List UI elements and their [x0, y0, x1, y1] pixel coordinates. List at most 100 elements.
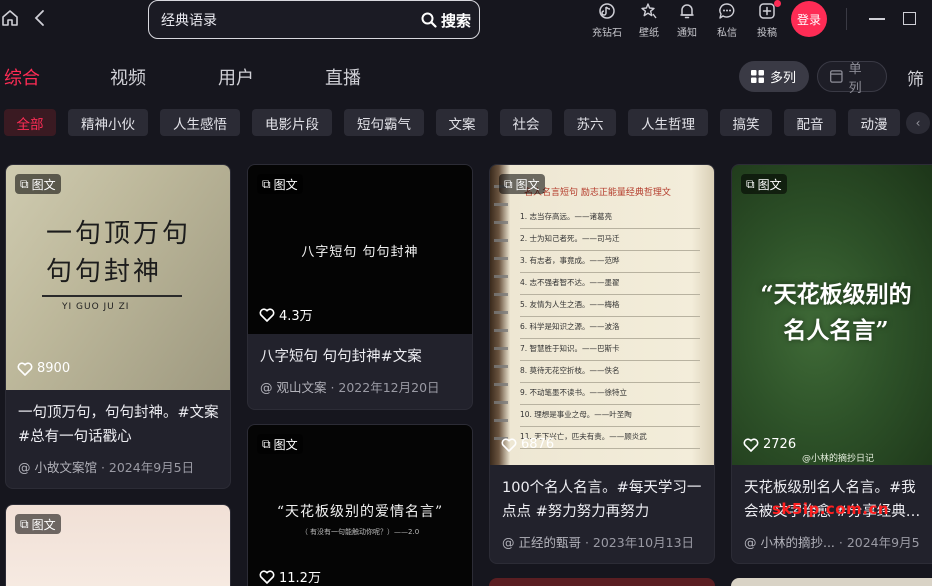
cover-list-item: 10. 理想是事业之母。——叶圣陶 [520, 405, 700, 427]
cover-list-item: 9. 不动笔墨不读书。——徐特立 [520, 383, 700, 405]
single-view-button[interactable]: 单列 [817, 61, 887, 96]
chip-category[interactable]: 社会 [500, 109, 552, 136]
topnav-wallpaper[interactable]: 壁纸 [631, 0, 667, 44]
back-icon[interactable] [30, 8, 50, 28]
cover-text: “天花板级别的爱情名言” [276, 504, 444, 520]
divider [846, 8, 847, 30]
card-cover: 名人名言短句 励志正能量经典哲理文 1. 志当存高远。——诸葛亮 2. 士为知己者… [490, 165, 714, 465]
heart-icon [743, 437, 759, 452]
cover-rule [42, 295, 182, 297]
card-meta: @ 观山文案 · 2022年12月20日 [260, 377, 440, 396]
card-date: · 2024年9月5 [834, 535, 920, 550]
cover-subtext: （ 有没有一句能触动你呢？）——2.0 [300, 528, 420, 536]
topnav-messages[interactable]: 私信 [709, 0, 745, 44]
login-button[interactable]: 登录 [791, 1, 827, 37]
tab-live[interactable]: 直播 [325, 64, 361, 90]
card-title: 100个名人名言。#每天学习一点点 #努力努力再努力 [502, 480, 702, 520]
cover-list-item: 8. 莫待无花空折枝。——佚名 [520, 361, 700, 383]
card-date: · 2023年10月13日 [580, 535, 695, 550]
cover-subtext: YI GUO JU ZI [62, 302, 130, 312]
result-card[interactable]: 八字短句 句句封神 ⧉ 图文 4.3万 八字短句 句句封神#文案 @ 观山文案 ·… [247, 164, 473, 410]
minimize-icon[interactable] [869, 18, 885, 20]
card-cover: 一句顶万句 句句封神 YI GUO JU ZI [6, 165, 230, 390]
chip-all[interactable]: 全部 [4, 109, 56, 136]
cover-list-item: 4. 志不强者智不达。——墨翟 [520, 273, 700, 295]
topnav-notify-label: 通知 [677, 28, 697, 39]
card-cover: “天花板级别的 名人名言” @小林的摘抄日记 [732, 165, 932, 465]
topnav-upload[interactable]: 投稿 [749, 0, 785, 44]
chevron-left-icon[interactable]: ‹ [906, 112, 930, 134]
chip-category[interactable]: 短句霸气 [344, 109, 424, 136]
heart-icon [259, 307, 275, 322]
notebook-rings [494, 175, 508, 455]
image-text-badge: ⧉ 图文 [15, 174, 61, 194]
home-icon[interactable] [0, 8, 20, 28]
result-card[interactable]: ⧉ 图文 [5, 504, 231, 586]
maximize-icon[interactable] [903, 12, 916, 25]
cover-list-item: 3. 有志者，事竟成。——范晔 [520, 251, 700, 273]
cover-list-item: 1. 志当存高远。——诸葛亮 [520, 207, 700, 229]
filter-button[interactable]: 筛 [907, 65, 924, 90]
search-button[interactable]: 搜索 [421, 9, 471, 31]
search-input[interactable] [161, 10, 401, 30]
chip-category[interactable]: 动漫 [848, 109, 900, 136]
card-author[interactable]: @ 正经的甄哥 [502, 535, 581, 550]
image-text-badge: ⧉ 图文 [741, 174, 787, 194]
cover-list-item: 7. 智慧胜于知识。——巴斯卡 [520, 339, 700, 361]
like-count: 2726 [743, 437, 796, 452]
gallery-icon: ⧉ [262, 176, 271, 191]
image-text-badge: ⧉ 图文 [257, 434, 303, 454]
card-author[interactable]: @ 小林的摘抄... [744, 535, 835, 550]
charge-icon [599, 3, 615, 19]
result-card[interactable]: “天花板级别的爱情名言” （ 有没有一句能触动你呢？）——2.0 ⧉ 图文 11.… [247, 424, 473, 586]
result-card[interactable]: 一句顶万句 句句封神 YI GUO JU ZI ⧉ 图文 8900 一句顶万句，句… [5, 164, 231, 489]
cover-subtext: @小林的摘抄日记 [802, 454, 875, 464]
topnav-wallpaper-label: 壁纸 [639, 28, 659, 39]
top-bar: 搜索 充钻石 壁纸 通知 私信 投稿 登录 [0, 0, 932, 50]
grid-icon [751, 70, 764, 83]
watermark: sk5ip.com.cn [772, 500, 890, 518]
grid-view-button[interactable]: 多列 [739, 61, 809, 92]
image-text-badge: ⧉ 图文 [257, 174, 303, 194]
like-count: 11.2万 [259, 567, 321, 586]
card-author[interactable]: @ 小故文案馆 [18, 460, 97, 475]
chip-category[interactable]: 搞笑 [720, 109, 772, 136]
chip-category[interactable]: 精神小伙 [68, 109, 148, 136]
card-date: · 2022年12月20日 [326, 380, 440, 395]
result-card[interactable]: 名人名言短句 励志正能量经典哲理文 1. 志当存高远。——诸葛亮 2. 士为知己者… [489, 164, 715, 564]
chip-category[interactable]: 配音 [784, 109, 836, 136]
chip-category[interactable]: 文案 [436, 109, 488, 136]
heart-icon [259, 569, 275, 584]
like-count: 8900 [17, 361, 70, 376]
chip-category[interactable]: 人生哲理 [628, 109, 708, 136]
chip-category[interactable]: 人生感悟 [160, 109, 240, 136]
topnav-messages-label: 私信 [717, 28, 737, 39]
chip-category[interactable]: 苏六 [564, 109, 616, 136]
card-title: 一句顶万句，句句封神。#文案 #总有一句话戳心 [18, 405, 219, 445]
single-column-icon [830, 70, 843, 83]
gallery-icon: ⧉ [746, 176, 755, 191]
cover-text: “天花板级别的 名人名言” [760, 281, 912, 344]
single-view-label: 单列 [848, 61, 862, 96]
card-date: · 2024年9月5日 [96, 460, 195, 475]
topnav-notify[interactable]: 通知 [669, 0, 705, 44]
heart-icon [17, 361, 33, 376]
upload-notification-dot [774, 0, 781, 7]
result-card[interactable] [489, 578, 715, 586]
chip-category[interactable]: 电影片段 [252, 109, 332, 136]
topnav-charge[interactable]: 充钻石 [589, 0, 625, 44]
cover-list-item: 2. 士为知己者死。——司马迁 [520, 229, 700, 251]
grid-view-label: 多列 [770, 71, 797, 86]
cover-heading: 名人名言短句 励志正能量经典哲理文 [524, 188, 671, 198]
cover-text: 一句顶万句 句句封神 [46, 219, 192, 287]
like-count: 4.3万 [259, 305, 313, 324]
card-author[interactable]: @ 观山文案 [260, 380, 326, 395]
gallery-icon: ⧉ [20, 516, 29, 531]
like-count: 6876 [501, 437, 554, 452]
tab-video[interactable]: 视频 [110, 64, 146, 90]
tab-users[interactable]: 用户 [218, 64, 254, 90]
image-text-badge: ⧉ 图文 [499, 174, 545, 194]
card-title: 八字短句 句句封神#文案 [260, 349, 422, 365]
tab-all[interactable]: 综合 [4, 64, 40, 90]
result-card[interactable] [731, 578, 932, 586]
